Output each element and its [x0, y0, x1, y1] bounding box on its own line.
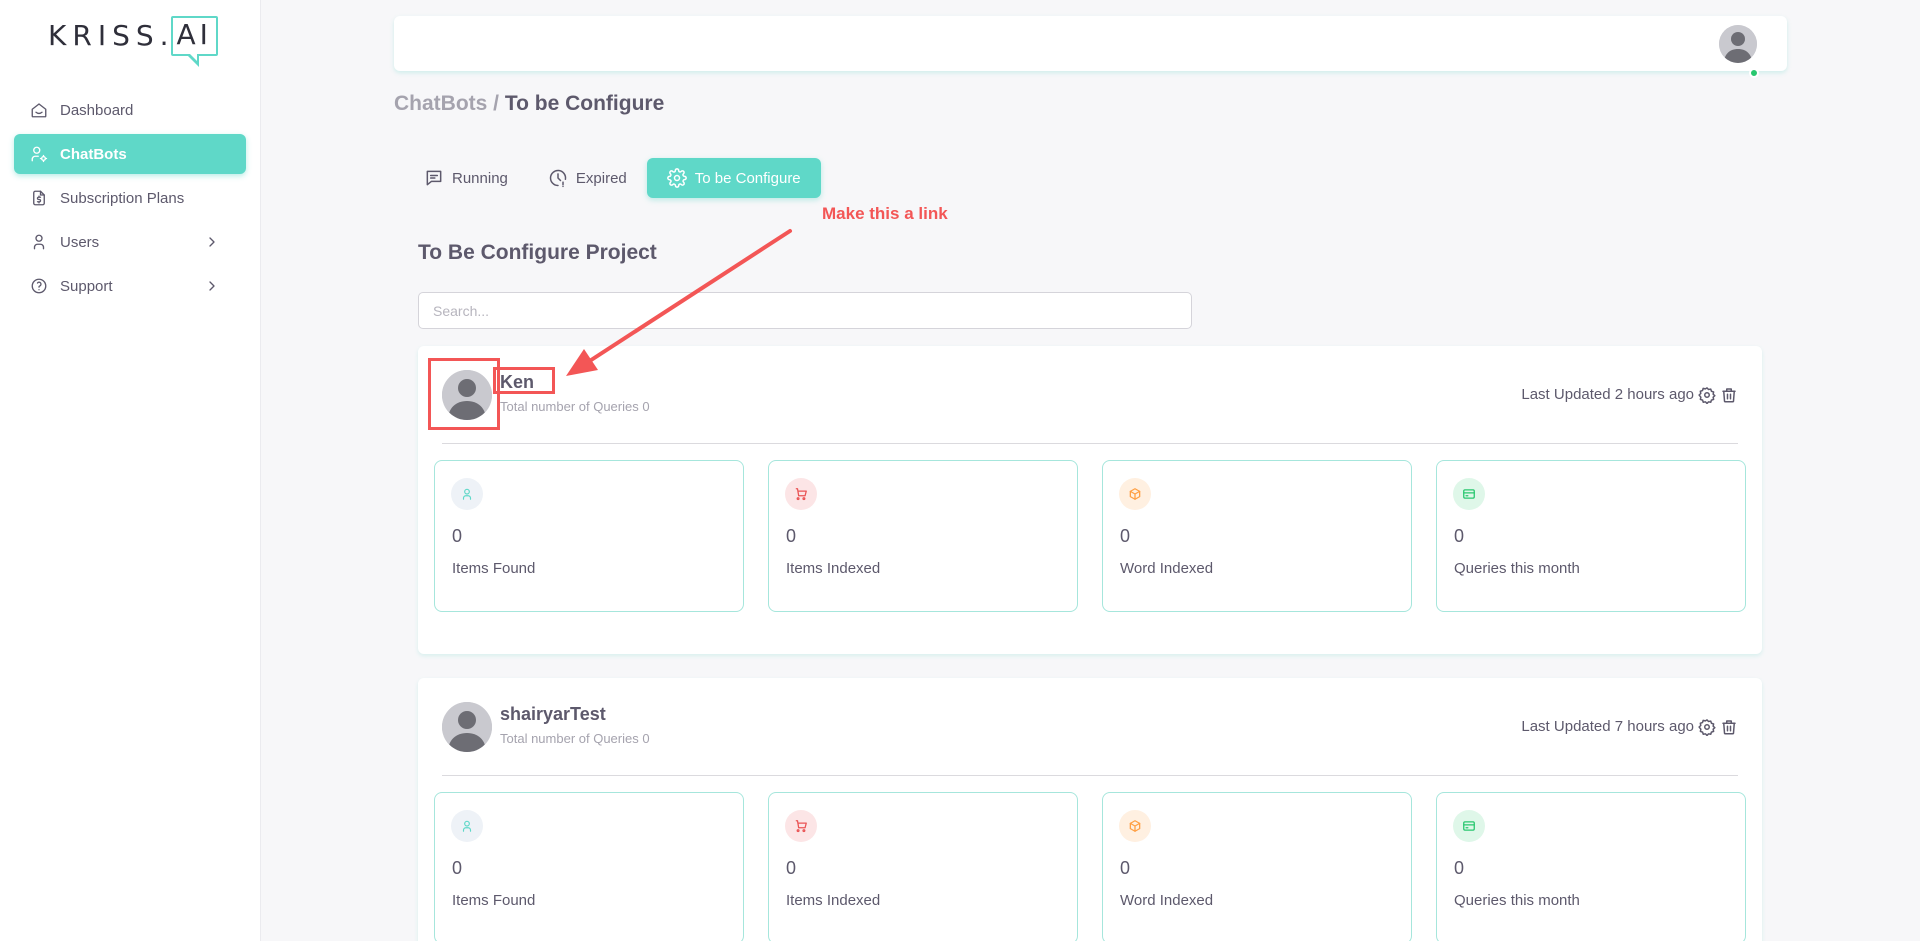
box-icon: [1119, 478, 1151, 510]
trash-icon[interactable]: [1720, 386, 1738, 404]
settings-icon[interactable]: [1698, 386, 1716, 404]
breadcrumb-parent[interactable]: ChatBots /: [394, 92, 499, 115]
user-icon: [451, 810, 483, 842]
tab-label: To be Configure: [694, 169, 801, 187]
user-icon: [451, 478, 483, 510]
logo-dot: .: [159, 19, 169, 52]
stat-value: 0: [452, 526, 463, 546]
stat-label: Items Indexed: [786, 560, 881, 577]
trash-icon[interactable]: [1720, 718, 1738, 736]
logo-accent: AI: [170, 16, 218, 67]
stat-label: Queries this month: [1454, 892, 1580, 909]
box-icon: [1119, 810, 1151, 842]
stat-value: 0: [1120, 526, 1131, 546]
stat-card-word-indexed: 0 Word Indexed: [1102, 460, 1412, 612]
stat-label: Items Indexed: [786, 892, 881, 909]
sidebar-item-support[interactable]: Support: [14, 266, 246, 306]
logo-text: KRISS: [48, 19, 160, 52]
stat-card-items-indexed: 0 Items Indexed: [768, 460, 1078, 612]
project-last-updated: Last Updated 7 hours ago: [1521, 718, 1694, 735]
tab-to-be-configure[interactable]: To be Configure: [646, 158, 821, 198]
sidebar-item-label: Subscription Plans: [60, 189, 185, 207]
search-input[interactable]: [418, 292, 1192, 329]
sidebar-nav: Dashboard ChatBots Subscription Plans Us…: [14, 90, 246, 310]
project-name[interactable]: Ken: [500, 372, 534, 393]
sidebar-item-subscription-plans[interactable]: Subscription Plans: [14, 178, 246, 218]
user-icon: [30, 233, 48, 251]
stat-card-items-found: 0 Items Found: [434, 792, 744, 941]
stat-card-items-indexed: 0 Items Indexed: [768, 792, 1078, 941]
stat-label: Word Indexed: [1120, 892, 1214, 909]
tab-running[interactable]: Running: [404, 158, 528, 198]
stat-label: Items Found: [452, 560, 536, 577]
cart-icon: [785, 810, 817, 842]
stat-card-queries-this-month: 0 Queries this month: [1436, 792, 1746, 941]
online-status-dot: [1749, 68, 1759, 78]
section-title: To Be Configure Project: [418, 241, 657, 264]
stat-value: 0: [786, 858, 797, 878]
project-query-count: Total number of Queries 0: [500, 731, 650, 746]
sidebar-item-label: ChatBots: [60, 145, 127, 163]
stat-value: 0: [1120, 858, 1131, 878]
sidebar: KRISS . AI Dashboard ChatBots Subscripti…: [0, 0, 261, 941]
project-actions: [1698, 718, 1738, 736]
divider: [442, 443, 1738, 444]
tab-expired[interactable]: Expired: [528, 158, 647, 198]
stat-label: Items Found: [452, 892, 536, 909]
annotation-text: Make this a link: [822, 204, 948, 223]
settings-icon: [666, 168, 687, 188]
stat-card-items-found: 0 Items Found: [434, 460, 744, 612]
divider: [442, 775, 1738, 776]
home-icon: [30, 101, 48, 119]
sidebar-item-chatbots[interactable]: ChatBots: [14, 134, 246, 174]
help-circle-icon: [30, 277, 48, 295]
stat-value: 0: [1454, 858, 1465, 878]
stat-value: 0: [452, 858, 463, 878]
project-card: shairyarTest Total number of Queries 0 L…: [418, 678, 1762, 941]
avatar[interactable]: [1719, 25, 1757, 63]
tab-label: Expired: [575, 169, 627, 187]
stat-label: Queries this month: [1454, 560, 1580, 577]
logo[interactable]: KRISS . AI: [48, 16, 218, 70]
project-last-updated: Last Updated 2 hours ago: [1521, 386, 1694, 403]
project-actions: [1698, 386, 1738, 404]
chevron-right-icon: [204, 234, 220, 250]
user-cog-icon: [30, 145, 48, 163]
stat-label: Word Indexed: [1120, 560, 1214, 577]
sidebar-item-users[interactable]: Users: [14, 222, 246, 262]
sidebar-item-label: Support: [60, 277, 113, 295]
project-query-count: Total number of Queries 0: [500, 399, 650, 414]
file-dollar-icon: [30, 189, 48, 207]
breadcrumb-current: To be Configure: [504, 92, 665, 115]
tab-label: Running: [452, 169, 508, 187]
stat-card-word-indexed: 0 Word Indexed: [1102, 792, 1412, 941]
chevron-right-icon: [204, 278, 220, 294]
project-card: Ken Total number of Queries 0 Last Updat…: [418, 346, 1762, 654]
credit-card-icon: [1453, 810, 1485, 842]
credit-card-icon: [1453, 478, 1485, 510]
project-name[interactable]: shairyarTest: [500, 704, 606, 725]
sidebar-item-label: Users: [60, 233, 100, 251]
message-icon: [426, 170, 442, 186]
stat-card-queries-this-month: 0 Queries this month: [1436, 460, 1746, 612]
tabs: Running Expired To be Configure: [404, 158, 821, 198]
settings-icon[interactable]: [1698, 718, 1716, 736]
breadcrumb: ChatBots / To be Configure: [394, 92, 664, 116]
cart-icon: [785, 478, 817, 510]
top-navbar: [394, 16, 1787, 78]
sidebar-item-label: Dashboard: [60, 101, 134, 119]
stat-value: 0: [786, 526, 797, 546]
avatar[interactable]: [442, 370, 492, 420]
clock-icon: [549, 169, 567, 188]
stat-value: 0: [1454, 526, 1465, 546]
avatar[interactable]: [442, 702, 492, 752]
sidebar-item-dashboard[interactable]: Dashboard: [14, 90, 246, 130]
